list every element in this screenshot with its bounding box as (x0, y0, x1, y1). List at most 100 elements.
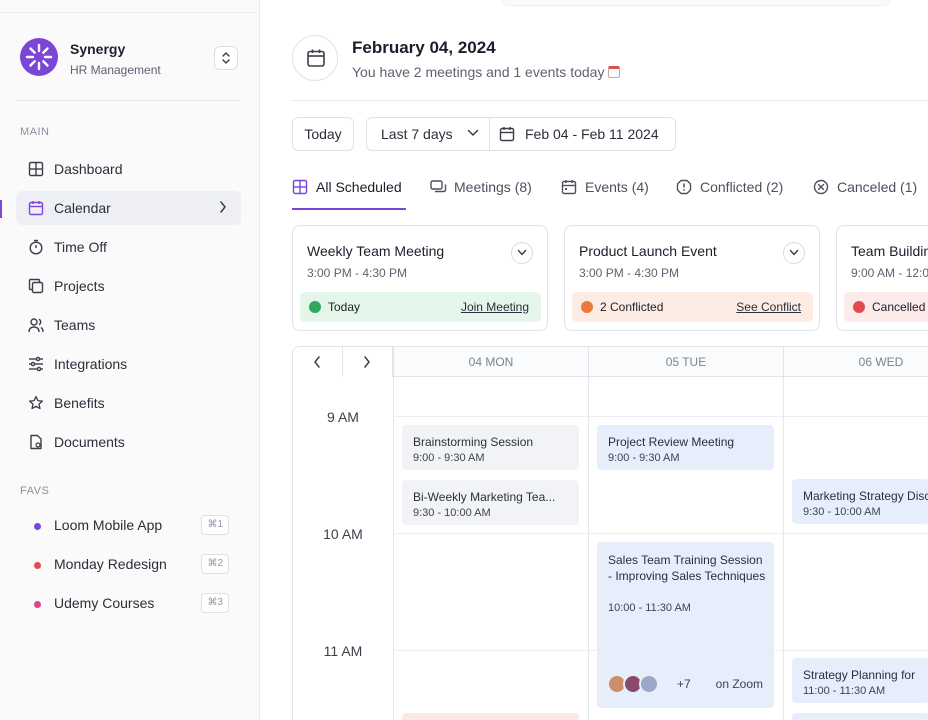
top-divider (0, 12, 260, 13)
tab-all-scheduled[interactable]: All Scheduled (292, 172, 406, 210)
event-time: 9:00 - 9:30 AM (413, 452, 485, 464)
alert-icon (676, 179, 692, 195)
sidebar-item-label: Projects (54, 278, 105, 294)
shortcut-badge: ⌘1 (201, 515, 229, 535)
event-card-title: Weekly Team Meeting (307, 243, 445, 259)
hour-line (393, 533, 928, 534)
today-button[interactable]: Today (292, 117, 354, 151)
fav-item-loom-mobile-app[interactable]: Loom Mobile App ⌘1 (16, 509, 241, 543)
prev-week-button[interactable] (293, 347, 343, 377)
hour-line (393, 416, 928, 417)
time-column-line (393, 377, 394, 720)
expand-card-button[interactable] (783, 242, 805, 264)
brand-logo-icon (20, 38, 58, 76)
status-bar: Cancelled (844, 292, 928, 322)
section-label-main: MAIN (20, 126, 50, 138)
day-header: 06 WED (783, 347, 928, 377)
page-title: February 04, 2024 (352, 38, 496, 57)
calendar-event[interactable] (402, 713, 579, 720)
grid-icon (28, 161, 44, 177)
column-line (783, 377, 784, 720)
brand-name: Synergy (70, 41, 126, 57)
star-icon (28, 395, 44, 410)
event-title: Marketing Strategy Discussion (803, 489, 928, 503)
calendar-event[interactable]: Strategy Planning for 11:00 - 11:30 AM (792, 658, 928, 703)
time-label: 11 AM (323, 643, 363, 659)
event-time: 11:00 - 11:30 AM (803, 685, 886, 697)
fav-item-udemy-courses[interactable]: Udemy Courses ⌘3 (16, 587, 241, 621)
calendar-icon (307, 49, 325, 67)
event-card[interactable]: Weekly Team Meeting 3:00 PM - 4:30 PM To… (292, 225, 548, 331)
sidebar-item-integrations[interactable]: Integrations (16, 347, 241, 381)
sidebar-item-label: Integrations (54, 356, 128, 372)
event-time: 10:00 - 11:30 AM (608, 602, 691, 614)
sliders-icon (29, 356, 43, 372)
x-circle-icon (813, 179, 829, 195)
status-bar: Today Join Meeting (300, 292, 541, 322)
sidebar-item-teams[interactable]: Teams (16, 308, 241, 342)
tab-canceled[interactable]: Canceled (1) (813, 172, 923, 210)
status-label: Cancelled (872, 300, 926, 314)
join-meeting-link[interactable]: Join Meeting (461, 300, 529, 314)
calendar-event[interactable]: Marketing Strategy Discussion 9:30 - 10:… (792, 479, 928, 524)
time-label: 9 AM (327, 409, 359, 425)
event-title: Strategy Planning for (803, 668, 916, 682)
date-range-picker: Last 7 days Feb 04 - Feb 11 2024 (366, 117, 676, 151)
chevron-right-icon (364, 356, 370, 368)
calendar-event[interactable] (792, 713, 928, 720)
sidebar-item-projects[interactable]: Projects (16, 269, 241, 303)
calendar-header-row: 04 MON 05 TUE 06 WED (293, 347, 928, 377)
sidebar-item-label: Calendar (54, 200, 111, 216)
range-select[interactable]: Last 7 days (367, 118, 490, 150)
tab-conflicted[interactable]: Conflicted (2) (676, 172, 794, 210)
next-week-button[interactable] (343, 347, 393, 377)
header-divider (292, 100, 928, 101)
sidebar-item-calendar[interactable]: Calendar (16, 191, 241, 225)
event-time: 9:00 - 9:30 AM (608, 452, 680, 464)
sidebar-item-time-off[interactable]: Time Off (16, 230, 241, 264)
switch-workspace-button[interactable] (214, 46, 238, 70)
event-card-title: Product Launch Event (579, 243, 717, 259)
see-conflict-link[interactable]: See Conflict (736, 300, 801, 314)
sidebar-divider (16, 100, 241, 101)
calendar-event[interactable]: Bi-Weekly Marketing Tea... 9:30 - 10:00 … (402, 480, 579, 525)
expand-card-button[interactable] (511, 242, 533, 264)
calendar-emoji-icon (608, 66, 621, 78)
calendar-event[interactable]: Brainstorming Session 9:00 - 9:30 AM (402, 425, 579, 470)
search-bar[interactable] (501, 0, 891, 6)
event-card-title: Team Building (851, 243, 928, 259)
tab-label: Conflicted (2) (700, 179, 784, 195)
event-card[interactable]: Team Building 9:00 AM - 12:00 PM Cancell… (836, 225, 928, 331)
avatar-icon (639, 674, 659, 694)
sidebar-item-dashboard[interactable]: Dashboard (16, 152, 241, 186)
calendar-event[interactable]: Project Review Meeting 9:00 - 9:30 AM (597, 425, 774, 470)
calendar-grid: 04 MON 05 TUE 06 WED 9 AM 10 AM 11 AM Br… (292, 346, 928, 720)
tab-label: Events (4) (585, 179, 649, 195)
status-label: Today (328, 300, 361, 314)
tab-events[interactable]: Events (4) (561, 172, 656, 210)
calendar-icon (28, 201, 44, 216)
brand-switcher[interactable]: Synergy HR Management (20, 38, 242, 78)
event-card[interactable]: Product Launch Event 3:00 PM - 4:30 PM 2… (564, 225, 820, 331)
calendar-event[interactable]: Sales Team Training Session - Improving … (597, 542, 774, 708)
section-label-favs: FAVS (20, 485, 50, 497)
event-time: 9:30 - 10:00 AM (803, 506, 881, 518)
calendar-icon (561, 180, 577, 195)
sidebar-item-label: Benefits (54, 395, 105, 411)
tab-meetings[interactable]: Meetings (8) (430, 172, 540, 210)
active-tab-underline (292, 208, 406, 210)
chevron-down-icon (467, 129, 479, 136)
column-line (588, 377, 589, 720)
event-title: Brainstorming Session (413, 435, 534, 449)
sidebar-item-benefits[interactable]: Benefits (16, 386, 241, 420)
copy-icon (28, 278, 44, 294)
event-time: 9:30 - 10:00 AM (413, 507, 491, 519)
tab-label: All Scheduled (316, 179, 402, 195)
fav-dot-icon (34, 601, 41, 608)
alert-status-icon (581, 301, 593, 313)
active-indicator (0, 200, 2, 218)
sidebar-item-documents[interactable]: Documents (16, 425, 241, 459)
more-attendees-count: +7 (677, 677, 691, 691)
day-header: 05 TUE (588, 347, 783, 377)
fav-item-monday-redesign[interactable]: Monday Redesign ⌘2 (16, 548, 241, 582)
